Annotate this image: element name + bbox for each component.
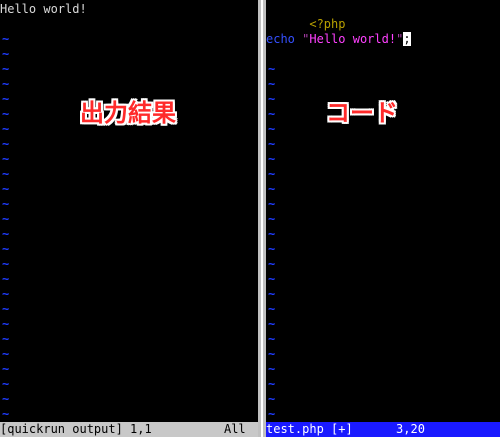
tilde-marker: ~ [268,392,276,406]
tilde-marker: ~ [268,317,276,331]
output-line: Hello world! [0,2,87,16]
tilde-marker: ~ [2,62,10,76]
tilde-marker: ~ [2,212,10,226]
tilde-marker: ~ [2,257,10,271]
tilde-marker: ~ [2,317,10,331]
tilde-marker: ~ [268,302,276,316]
tilde-marker: ~ [2,122,10,136]
tilde-marker: ~ [268,77,276,91]
tilde-marker: ~ [268,182,276,196]
tilde-marker: ~ [268,137,276,151]
code-line-1: <?php [266,2,500,31]
tilde-marker: ~ [268,212,276,226]
empty-line-markers: ~ ~ ~ ~ ~ ~ ~ ~ ~ ~ ~ ~ ~ ~ ~ ~ ~ ~ ~ ~ ~ ~ ~ ~ ~ ~ [2,32,9,422]
tilde-marker: ~ [268,167,276,181]
echo-keyword: echo [266,32,295,46]
tilde-marker: ~ [268,62,276,76]
tilde-marker: ~ [2,47,10,61]
tilde-marker: ~ [2,32,10,46]
tilde-marker: ~ [2,197,10,211]
vertical-split-divider[interactable] [258,0,266,437]
code-line-3: echo "Hello world!"; [266,32,500,47]
tilde-marker: ~ [2,242,10,256]
output-buffer[interactable]: Hello world! [0,2,258,17]
tilde-marker: ~ [268,122,276,136]
code-statusline: test.php [+] 3,20 [266,422,500,437]
tilde-marker: ~ [268,272,276,286]
tilde-marker: ~ [2,77,10,91]
tilde-marker: ~ [2,407,10,421]
tilde-marker: ~ [2,332,10,346]
tilde-marker: ~ [2,182,10,196]
tilde-marker: ~ [268,332,276,346]
code-buffer[interactable]: <?php echo "Hello world!"; [266,2,500,47]
output-statusline: [quickrun output] 1,1 All [0,422,258,437]
cursor-semicolon[interactable]: ; [403,32,411,46]
tilde-marker: ~ [2,92,10,106]
tilde-marker: ~ [2,227,10,241]
tilde-marker: ~ [2,302,10,316]
tilde-marker: ~ [268,242,276,256]
tilde-marker: ~ [2,137,10,151]
tilde-marker: ~ [268,197,276,211]
tilde-marker: ~ [268,107,276,121]
tilde-marker: ~ [2,272,10,286]
tilde-marker: ~ [2,392,10,406]
tilde-marker: ~ [2,287,10,301]
php-open-tag: <?php [309,17,346,31]
tilde-marker: ~ [2,167,10,181]
tilde-marker: ~ [2,362,10,376]
string-literal: Hello world! [309,32,397,46]
code-pane[interactable]: <?php echo "Hello world!"; ~ ~ ~ ~ ~ ~ ~ ~ ~ ~ ~ ~ ~… [266,0,500,437]
output-annotation: 出力結果 [80,99,176,127]
tilde-marker: ~ [268,362,276,376]
tilde-marker: ~ [268,92,276,106]
output-pane[interactable]: Hello world! ~ ~ ~ ~ ~ ~ ~ ~ ~ ~ ~ ~ ~ ~ ~ ~ ~ ~ ~ ~ ~ ~ ~ ~ ~ ~ … [0,0,258,437]
tilde-marker: ~ [2,377,10,391]
tilde-marker: ~ [268,227,276,241]
tilde-marker: ~ [2,347,10,361]
tilde-marker: ~ [268,152,276,166]
tilde-marker: ~ [268,377,276,391]
tilde-marker: ~ [2,107,10,121]
code-annotation: コード [326,99,398,127]
tilde-marker: ~ [268,347,276,361]
tilde-marker: ~ [268,407,276,421]
tilde-marker: ~ [2,152,10,166]
tilde-marker: ~ [268,257,276,271]
empty-line-markers: ~ ~ ~ ~ ~ ~ ~ ~ ~ ~ ~ ~ ~ ~ ~ ~ ~ ~ ~ ~ ~ ~ ~ ~ [268,62,275,422]
tilde-marker: ~ [268,287,276,301]
